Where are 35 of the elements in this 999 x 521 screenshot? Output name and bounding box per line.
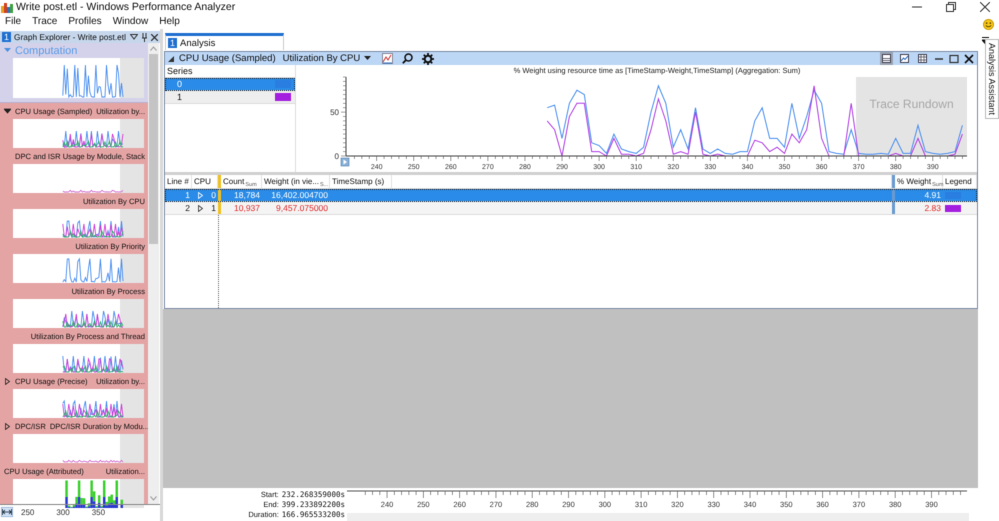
series-row[interactable]: 1	[165, 91, 295, 104]
panel-title: Graph Explorer - Write post.etl	[14, 32, 127, 42]
table-cell-text: 10,937	[233, 202, 261, 214]
table-cell-text: 2.83	[923, 202, 942, 214]
column-header[interactable]: Legend	[943, 175, 977, 188]
side-tab[interactable]: Analysis Assistant	[985, 39, 999, 120]
trace-rundown-overlay: Trace Rundown	[856, 77, 967, 156]
table-cell: 0	[211, 190, 216, 200]
menu-item[interactable]: Help	[159, 16, 180, 27]
table-row[interactable]: 2 1 10,937 9,457.075000 2.83	[165, 202, 977, 215]
column-header[interactable]: TimeStamp (s)	[330, 175, 392, 188]
table-cell-text: 9,457.075000	[275, 202, 329, 214]
preset-dropdown[interactable]: Utilization By CPU	[280, 53, 374, 64]
table-cell-text: 4.91	[923, 189, 942, 201]
panel-number: 1	[2, 32, 12, 42]
series-name: 0	[176, 79, 184, 89]
menu-item[interactable]: Profiles	[68, 16, 102, 27]
axis-label: 50	[330, 108, 339, 118]
table-cell-text: 18,784	[233, 189, 261, 201]
table-cell-text: 1	[184, 189, 191, 201]
menu-item[interactable]: File	[5, 16, 22, 27]
analysis-tab[interactable]: 1 Analysis	[165, 33, 284, 50]
table-cell: 1	[211, 203, 216, 213]
axis-label: 0	[334, 152, 339, 161]
column-header[interactable]: Line #	[165, 175, 192, 188]
axis-label: 350	[92, 508, 106, 517]
axis-label: 300	[56, 508, 70, 517]
menu-item[interactable]: Trace	[32, 16, 58, 27]
menu-item[interactable]: Window	[112, 16, 148, 27]
series-name: 1	[176, 92, 184, 102]
axis-label: 250	[21, 508, 34, 517]
graph-category: CPU Usage (Sampled)	[179, 53, 276, 64]
table-cell-text: 2	[184, 202, 191, 214]
window-title: Write post.etl - Windows Performance Analyzer	[16, 1, 236, 13]
table-cell-text: 16,402.004700	[270, 189, 329, 201]
